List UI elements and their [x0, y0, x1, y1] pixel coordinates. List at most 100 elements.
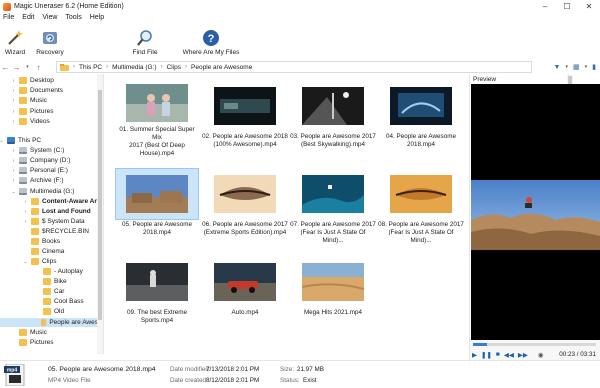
file-tile[interactable]: 03. People are Awesome 2017 (Best Skywalk…	[290, 74, 376, 158]
view-mode-dropdown-icon[interactable]: ▾	[585, 64, 588, 70]
back-arrow-icon[interactable]: ←	[0, 63, 11, 72]
volume-icon[interactable]: ◉	[538, 351, 544, 359]
file-tile[interactable]: 02. People are Awesome 2018 (100% Awesome…	[202, 74, 288, 158]
tree-item-music[interactable]: › Music	[10, 96, 47, 105]
tree-item-car[interactable]: Car	[34, 287, 64, 296]
maximize-button[interactable]: ☐	[556, 0, 578, 13]
tree-scrollbar-thumb[interactable]	[98, 90, 102, 320]
tree-item-this-pc[interactable]: ⌄ This PC	[0, 136, 41, 145]
file-tile[interactable]: 01. Summer Special Super Mix 2017 (Best O…	[114, 74, 200, 158]
view-tools: ▼ ▾ ▦ ▾ ▮	[549, 61, 596, 73]
stop-icon[interactable]: ■	[496, 351, 500, 358]
up-arrow-icon[interactable]: ↑	[33, 63, 44, 72]
tree-item-multimedia-g[interactable]: ⌄ Multimedia (G:)	[10, 187, 74, 196]
tree-item-personal-e[interactable]: › Personal (E:)	[10, 166, 68, 175]
mp4-file-icon-label: mp4	[7, 368, 18, 374]
expand-arrow-icon[interactable]: ›	[10, 158, 17, 164]
tree-item-bike[interactable]: Bike	[34, 277, 67, 286]
pause-icon[interactable]: ❚❚	[481, 351, 492, 359]
wizard-button[interactable]: Wizard	[0, 26, 30, 60]
tree-item-lost-and-found[interactable]: › Lost and Found	[22, 207, 91, 216]
collapse-arrow-icon[interactable]: ⌄	[10, 189, 17, 195]
tree-item-cool-bass[interactable]: Cool Bass	[34, 297, 84, 306]
menu-tools[interactable]: Tools	[65, 14, 81, 25]
where-are-my-files-button[interactable]: ? Where Are My Files	[176, 26, 246, 60]
breadcrumb-this-pc[interactable]: This PC	[79, 64, 102, 71]
video-thumbnail	[126, 83, 188, 122]
rewind-icon[interactable]: ◀◀	[504, 351, 514, 359]
recovery-button[interactable]: Recovery	[30, 26, 70, 60]
file-name-line-1: 06. People are Awesome 2017	[202, 221, 288, 228]
file-name-label: 01. Summer Special Super Mix 2017 (Best O…	[114, 126, 200, 158]
file-tile[interactable]: 05. People are Awesome 2018.mp4	[114, 162, 200, 246]
tree-item-clips[interactable]: ⌄ Clips	[22, 257, 56, 266]
file-thumbnail-frame	[203, 168, 287, 220]
tree-item-company-d[interactable]: › Company (D:)	[10, 156, 70, 165]
tree-item-people-are-awes[interactable]: People are Awes	[0, 318, 98, 327]
tree-item-content-aware-ana[interactable]: › Content-Aware Ana	[22, 197, 102, 206]
collapse-arrow-icon[interactable]: ⌄	[22, 259, 29, 265]
collapse-arrow-icon[interactable]: ⌄	[0, 138, 5, 144]
tree-item-system-c[interactable]: › System (C:)	[10, 146, 64, 155]
expand-arrow-icon[interactable]: ›	[10, 178, 17, 184]
tree-item-archive-f[interactable]: › Archive (F:)	[10, 176, 64, 185]
fast-forward-icon[interactable]: ▶▶	[518, 351, 528, 359]
breadcrumb-people-are-awesome[interactable]: People are Awesome	[191, 64, 252, 71]
tree-item-desktop[interactable]: › Desktop	[10, 76, 54, 85]
tree-item-label: Cinema	[42, 248, 65, 255]
expand-arrow-icon[interactable]: ›	[10, 119, 17, 125]
breadcrumb[interactable]: › This PC › Multimedia (G:) › Clips › Pe…	[56, 61, 532, 73]
tree-item-autoplay[interactable]: - Autoplay	[34, 267, 83, 276]
filter-dropdown-icon[interactable]: ▾	[565, 64, 568, 70]
preview-pane-icon[interactable]: ▮	[592, 63, 596, 71]
file-tile[interactable]: Mega Hits 2021.mp4	[290, 250, 376, 334]
tree-item-system-data[interactable]: › $ System Data	[22, 217, 85, 226]
file-tile[interactable]: Auto.mp4	[202, 250, 288, 334]
close-button[interactable]: ✕	[578, 0, 600, 13]
tree-scrollbar[interactable]	[97, 74, 103, 354]
expand-arrow-icon[interactable]: ›	[22, 209, 29, 215]
expand-arrow-icon[interactable]: ›	[10, 98, 17, 104]
folder-icon	[19, 108, 27, 115]
tree-item-videos[interactable]: › Videos	[10, 117, 50, 126]
expand-arrow-icon[interactable]: ›	[10, 148, 17, 154]
expand-arrow-icon[interactable]: ›	[22, 219, 29, 225]
file-tile[interactable]: 07. People are Awesome 2017 (Fear Is Just…	[290, 162, 376, 246]
playback-progress-bar[interactable]	[473, 343, 596, 346]
tree-item-books[interactable]: Books	[22, 237, 60, 246]
tree-item-music[interactable]: Music	[10, 328, 47, 337]
status-created-label: Date created:	[170, 377, 208, 384]
menu-file[interactable]: File	[3, 14, 14, 25]
file-tile[interactable]: 04. People are Awesome 2018.mp4	[378, 74, 464, 158]
expand-arrow-icon[interactable]: ›	[10, 109, 17, 115]
forward-arrow-icon[interactable]: →	[11, 63, 22, 72]
expand-arrow-icon[interactable]: ›	[10, 88, 17, 94]
menu-view[interactable]: View	[42, 14, 57, 25]
tree-item-documents[interactable]: › Documents	[10, 86, 63, 95]
breadcrumb-multimedia[interactable]: Multimedia (G:)	[112, 64, 156, 71]
find-file-button[interactable]: Find File	[122, 26, 168, 60]
expand-arrow-icon[interactable]: ›	[22, 199, 29, 205]
play-icon[interactable]: ▶	[472, 351, 477, 359]
expand-arrow-icon[interactable]: ›	[10, 168, 17, 174]
history-dropdown-icon[interactable]: ▾	[22, 64, 33, 70]
folder-icon	[43, 288, 51, 295]
expand-arrow-icon[interactable]: ›	[10, 78, 17, 84]
tree-item-cinema[interactable]: Cinema	[22, 247, 64, 256]
file-thumbnail-frame	[291, 256, 375, 308]
preview-video-frame	[471, 180, 600, 250]
file-tile[interactable]: 09. The best Extreme Sports.mp4	[114, 250, 200, 334]
tree-item-recycle-bin[interactable]: $RECYCLE.BIN	[22, 227, 89, 236]
file-tile[interactable]: 08. People are Awesome 2017 (Fear Is Just…	[378, 162, 464, 246]
view-mode-icon[interactable]: ▦	[573, 63, 580, 71]
tree-item-pictures[interactable]: › Pictures	[10, 107, 53, 116]
menu-help[interactable]: Help	[90, 14, 104, 25]
breadcrumb-clips[interactable]: Clips	[167, 64, 181, 71]
status-created-value: 8/12/2018 2:01 PM	[206, 377, 260, 384]
tree-item-pictures[interactable]: Pictures	[10, 338, 53, 347]
filter-icon[interactable]: ▼	[554, 64, 561, 71]
minimize-button[interactable]: –	[534, 0, 556, 13]
file-tile[interactable]: 06. People are Awesome 2017 (Extreme Spor…	[202, 162, 288, 246]
tree-item-old[interactable]: Old	[34, 307, 64, 316]
menu-edit[interactable]: Edit	[22, 14, 34, 25]
